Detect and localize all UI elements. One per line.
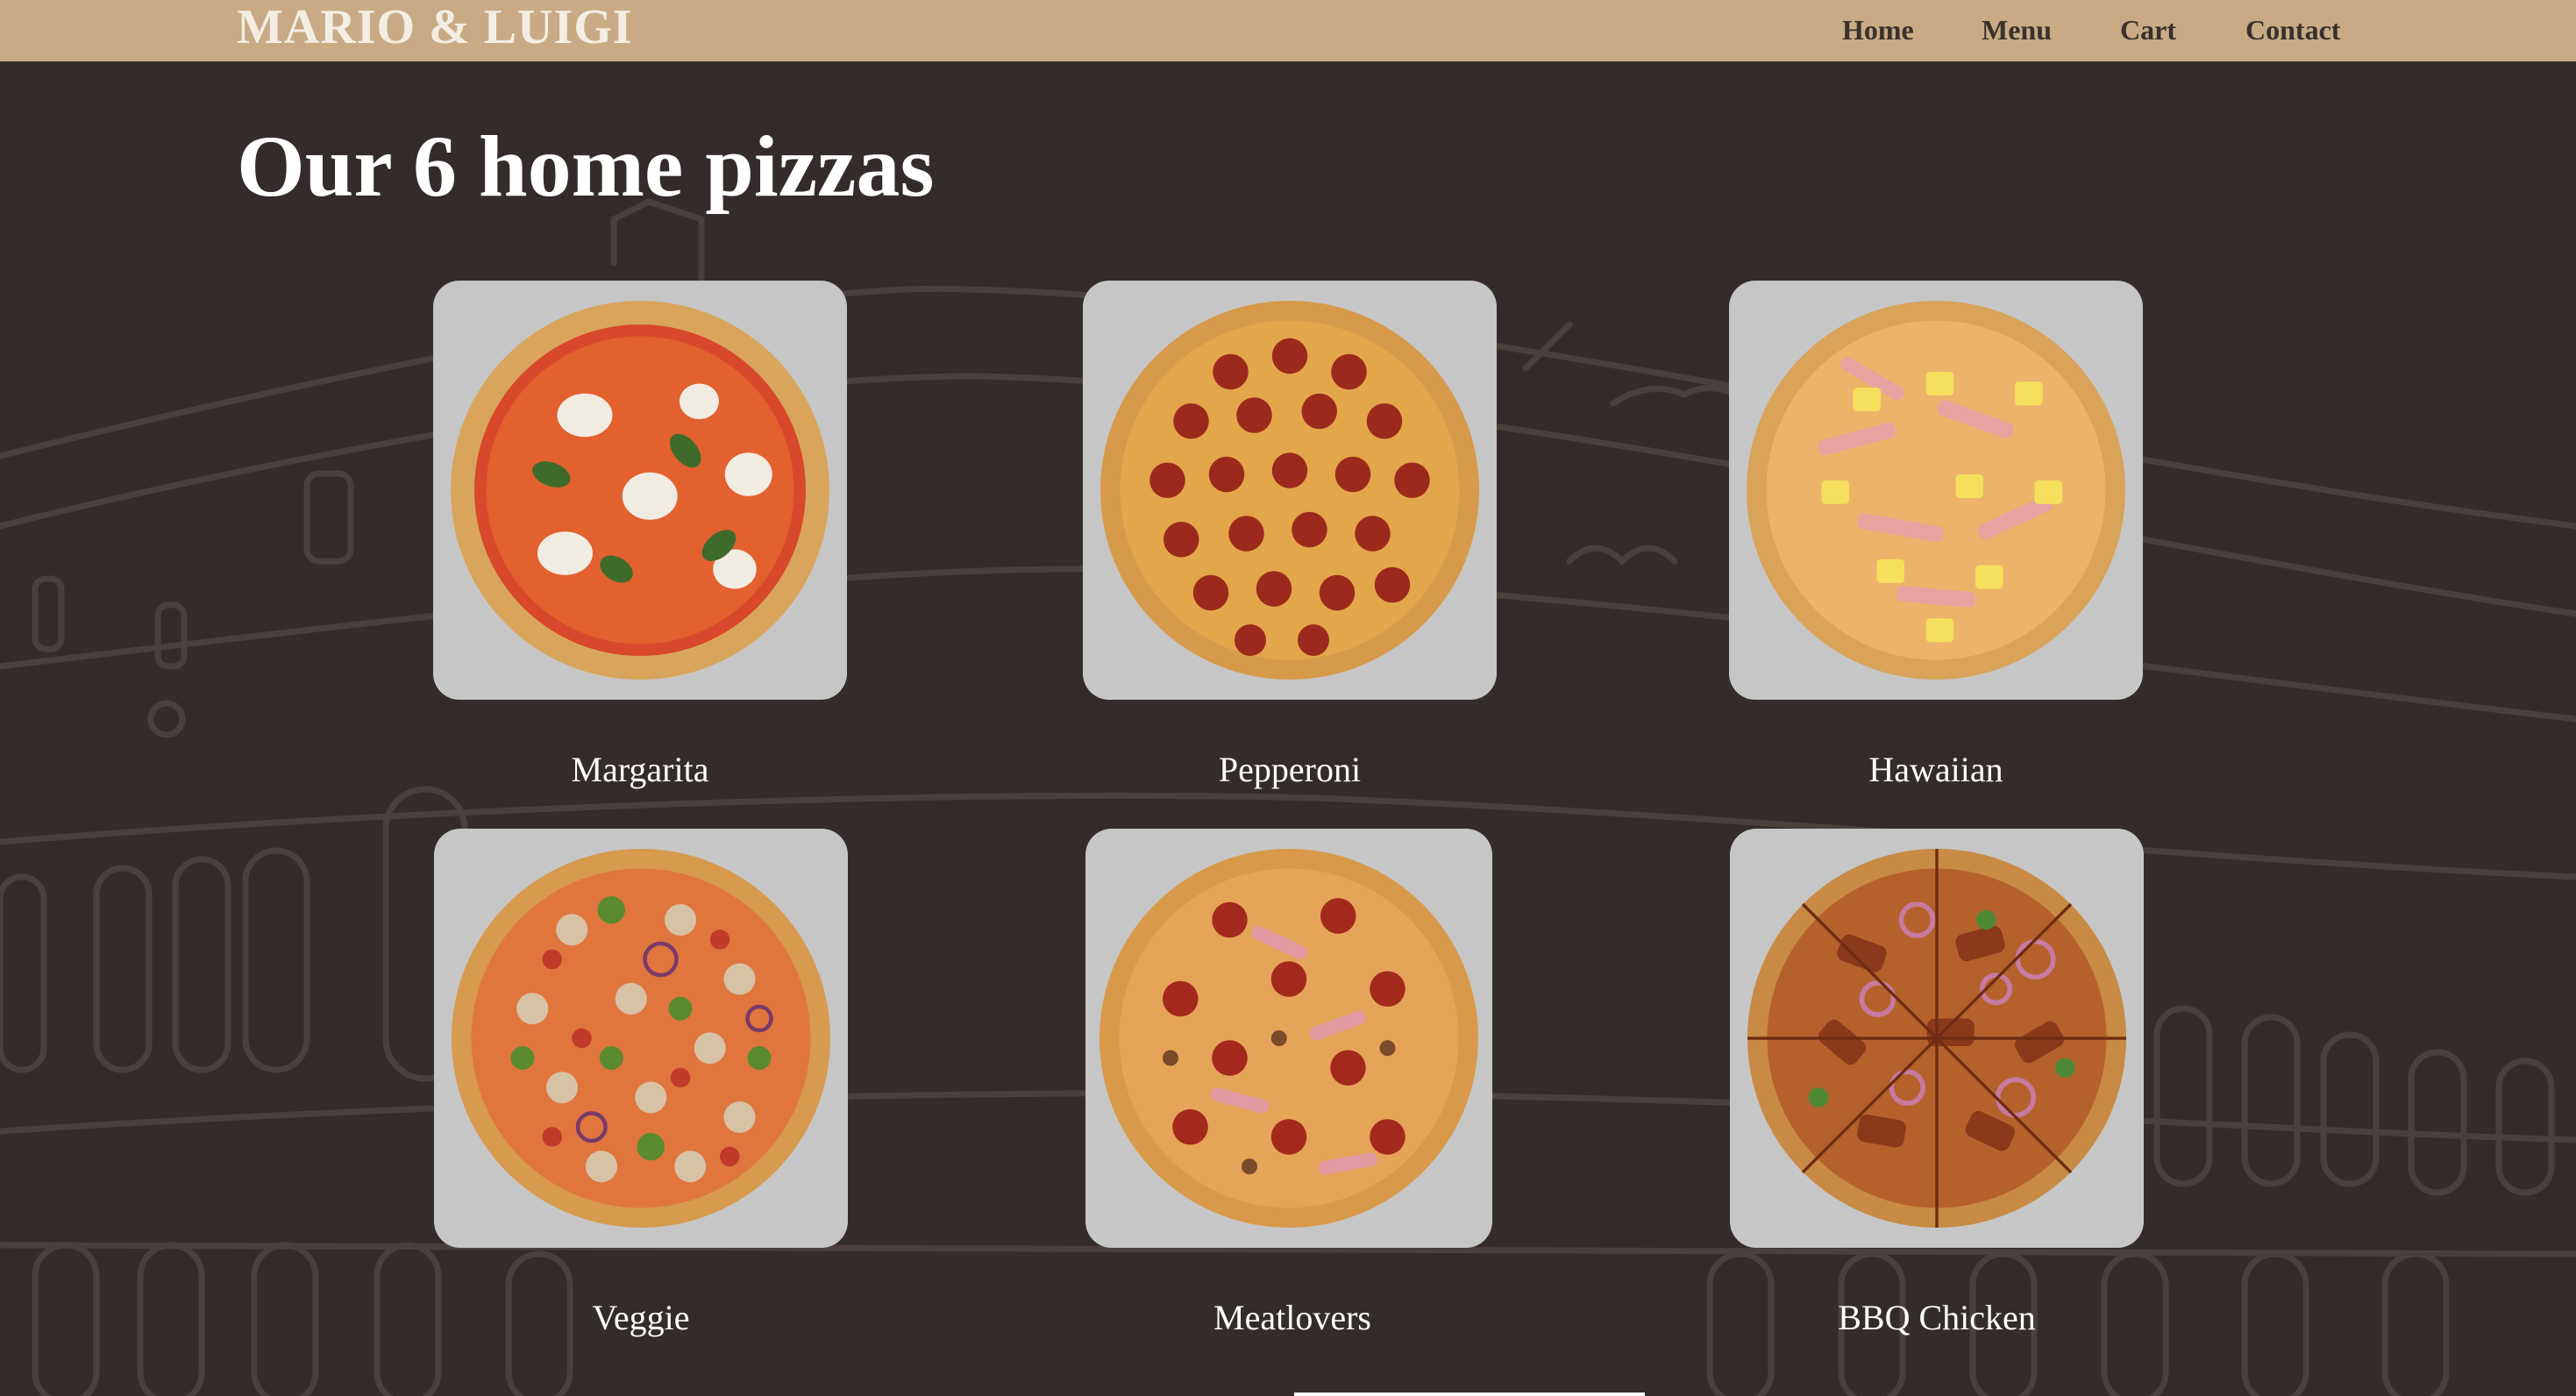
pizza-image-frame[interactable] xyxy=(1729,281,2143,700)
pizza-card-hawaiian[interactable]: Hawaiian xyxy=(1729,281,2143,789)
top-navbar: MARIO & LUIGI Home Menu Cart Contact xyxy=(0,0,2576,61)
pizza-name: Margarita xyxy=(571,750,709,789)
pizza-card-veggie[interactable]: Veggie xyxy=(434,829,848,1337)
pizza-image-frame[interactable] xyxy=(434,829,848,1248)
nav-menu-link[interactable]: Menu xyxy=(1982,0,2052,60)
pizza-card-meatlovers[interactable]: Meatlovers xyxy=(1085,829,1492,1337)
bbq-chicken-pizza-image xyxy=(1747,849,2126,1228)
pepperoni-pizza-image xyxy=(1100,301,1479,680)
pizza-image-frame[interactable] xyxy=(1085,829,1492,1248)
margarita-pizza-image xyxy=(451,301,829,680)
nav-home-link[interactable]: Home xyxy=(1842,0,1914,60)
pizza-card-bbq-chicken[interactable]: BBQ Chicken xyxy=(1730,829,2144,1337)
pizza-name: Meatlovers xyxy=(1213,1298,1371,1337)
nav-contact-link[interactable]: Contact xyxy=(2245,0,2340,60)
pizza-image-frame[interactable] xyxy=(1730,829,2144,1248)
bottom-edge-element xyxy=(1294,1392,1645,1396)
main-nav: Home Menu Cart Contact xyxy=(0,0,2576,61)
hawaiian-pizza-image xyxy=(1747,301,2125,680)
veggie-pizza-image xyxy=(452,849,830,1228)
pizza-name: Veggie xyxy=(592,1298,690,1337)
page-title: Our 6 home pizzas xyxy=(237,118,935,215)
pizza-name: BBQ Chicken xyxy=(1838,1298,2036,1337)
nav-cart-link[interactable]: Cart xyxy=(2120,0,2176,60)
pizza-card-margarita[interactable]: Margarita xyxy=(433,281,847,789)
pizza-card-pepperoni[interactable]: Pepperoni xyxy=(1083,281,1497,789)
pizza-name: Hawaiian xyxy=(1868,750,2003,789)
meatlovers-pizza-image xyxy=(1099,849,1478,1228)
pizza-name: Pepperoni xyxy=(1218,750,1362,789)
pizza-image-frame[interactable] xyxy=(1083,281,1497,700)
pizza-image-frame[interactable] xyxy=(433,281,847,700)
